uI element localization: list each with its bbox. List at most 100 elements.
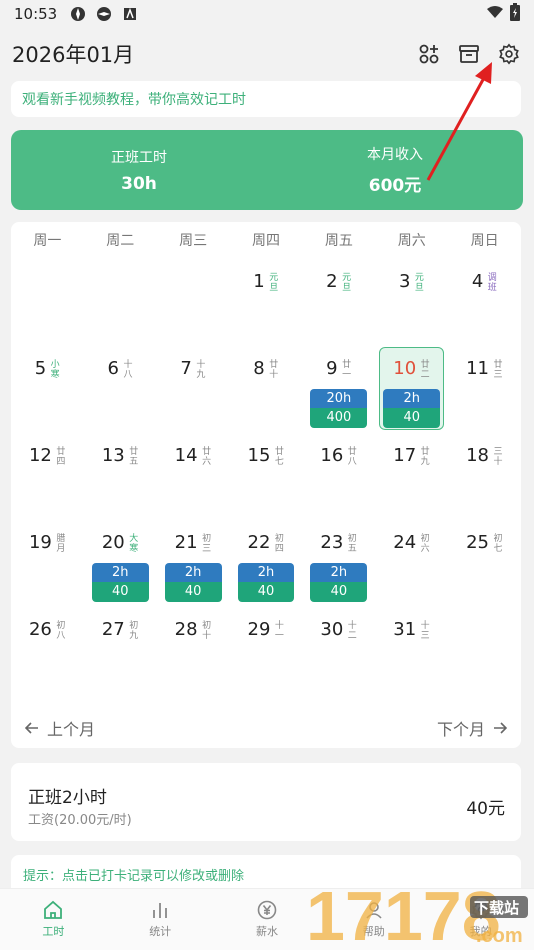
work-record-badge[interactable]: 2h 40 [383,389,441,428]
nav-tab-help[interactable]: 帮助 [320,889,427,950]
work-record-badge[interactable]: 2h 40 [91,563,149,602]
day-label-group: 15 廿七 [230,446,303,468]
tip-banner: 提示：点击已打卡记录可以修改或删除 [11,855,521,889]
calendar-day[interactable]: 30 十二 [302,606,375,693]
calendar-day[interactable]: 22 初四 2h 40 [230,519,303,606]
monthly-income-value: 600元 [368,176,422,196]
settings-button[interactable] [496,41,522,67]
nav-tab-label: 我的 [469,925,492,938]
day-number: 10 [393,358,417,379]
lunar-date: 调班 [487,273,497,293]
calendar-day[interactable]: 24 初六 [375,519,448,606]
day-number: 14 [174,445,198,466]
calendar-day[interactable]: 25 初七 [448,519,521,606]
lunar-date: 廿三 [493,360,503,380]
day-label-group: 18 三十 [448,445,521,468]
work-record-badge[interactable]: 2h 40 [237,563,295,602]
month-title[interactable]: 2026年01月 [12,39,134,69]
work-record-badge[interactable]: 20h 400 [310,389,368,428]
tutorial-banner[interactable]: 观看新手视频教程，带你高效记工时 [11,81,521,117]
calendar-day[interactable]: 12 廿四 [11,432,84,519]
calendar-day[interactable]: 13 廿五 [84,432,157,519]
weekday-label: 周日 [470,233,499,249]
weekday-label: 周二 [106,233,135,249]
calendar-empty-cell [11,258,84,345]
day-number: 9 [326,358,338,379]
day-label-group: 28 初十 [157,620,230,642]
day-number: 13 [101,445,125,466]
work-record-badge[interactable]: 2h 40 [310,563,368,602]
day-label-group: 11 廿三 [448,359,521,381]
badge-amount: 40 [310,582,368,602]
day-label-group: 9 廿一 [302,358,375,381]
prev-month-button[interactable]: 上个月 [25,716,95,740]
day-number: 27 [101,619,125,640]
calendar-day[interactable]: 21 初三 2h 40 [157,519,230,606]
lunar-date: 廿七 [274,447,284,467]
day-number: 6 [107,358,119,379]
calendar-empty-cell [84,258,157,345]
day-label-group: 20 大寒 [84,533,157,555]
monthly-summary-card: 正班工时 30h 本月收入 600元 [11,130,523,210]
lunar-date: 廿八 [347,447,357,467]
day-number: 12 [28,445,52,466]
calendar-day[interactable]: 14 廿六 [157,432,230,519]
lunar-date: 廿四 [56,447,66,467]
calendar-day[interactable]: 16 廿八 [302,432,375,519]
lunar-date: 元旦 [269,273,279,293]
work-record-item[interactable]: 正班2小时 工资(20.00元/时) 40元 [11,763,521,841]
yen-icon [257,900,277,920]
calendar-day[interactable]: 4 调班 [448,258,521,345]
work-record-badge[interactable]: 2h 40 [164,563,222,602]
calendar-day[interactable]: 2 元旦 [302,258,375,345]
regular-hours-summary: 正班工时 30h [11,130,267,210]
calendar-day[interactable]: 17 廿九 [375,432,448,519]
calendar-day[interactable]: 1 元旦 [230,258,303,345]
notification-icon-2 [95,5,113,23]
calendar-day[interactable]: 15 廿七 [230,432,303,519]
calendar-day[interactable]: 27 初九 [84,606,157,693]
badge-hours: 20h [310,389,368,408]
lunar-date: 初五 [347,534,357,554]
nav-tab-hours[interactable]: 工时 [0,889,107,950]
weekday-label: 周五 [324,233,353,249]
lunar-date: 三十 [493,447,503,467]
badge-hours: 2h [237,563,295,582]
calendar-day[interactable]: 7 十九 [157,345,230,432]
next-month-button[interactable]: 下个月 [437,716,507,740]
gear-icon [499,43,519,65]
weekday-label: 周一 [33,233,62,249]
calendar-day[interactable]: 20 大寒 2h 40 [84,519,157,606]
app-notification-icon [121,5,139,23]
nav-tab-stats[interactable]: 统计 [107,889,214,950]
calendar-day[interactable]: 18 三十 [448,432,521,519]
calendar-day[interactable]: 29 十一 [230,606,303,693]
archive-button[interactable] [456,41,482,67]
calendar-day[interactable]: 11 廿三 [448,345,521,432]
calendar-day[interactable]: 26 初八 [11,606,84,693]
nav-tab-salary[interactable]: 薪水 [214,889,321,950]
calendar-day[interactable]: 31 十三 [375,606,448,693]
calendar-day[interactable]: 19 腊月 [11,519,84,606]
calendar-day[interactable]: 3 元旦 [375,258,448,345]
calendar-day[interactable]: 23 初五 2h 40 [302,519,375,606]
lunar-date: 大寒 [129,534,139,554]
nav-tab-mine[interactable]: 我的 [427,889,534,950]
calendar-day[interactable]: 10 廿二 2h 40 [375,345,448,432]
day-label-group: 12 廿四 [11,445,84,468]
day-label-group: 24 初六 [375,533,448,555]
calendar-day[interactable]: 8 廿十 [230,345,303,432]
day-label-group: 16 廿八 [302,446,375,468]
lunar-date: 廿九 [420,447,430,467]
calendar-day[interactable]: 6 十八 [84,345,157,432]
calendar-day[interactable]: 9 廿一 20h 400 [302,345,375,432]
lunar-date: 元旦 [342,273,352,293]
calendar-day[interactable]: 5 小寒 [11,345,84,432]
calendar-empty-cell [448,606,521,693]
calendar-day[interactable]: 28 初十 [157,606,230,693]
apps-add-button[interactable] [416,41,442,67]
lunar-date: 初十 [202,621,212,641]
monthly-income-label: 本月收入 [367,147,423,163]
status-bar: 10:53 [0,0,534,28]
day-number: 18 [466,445,490,466]
